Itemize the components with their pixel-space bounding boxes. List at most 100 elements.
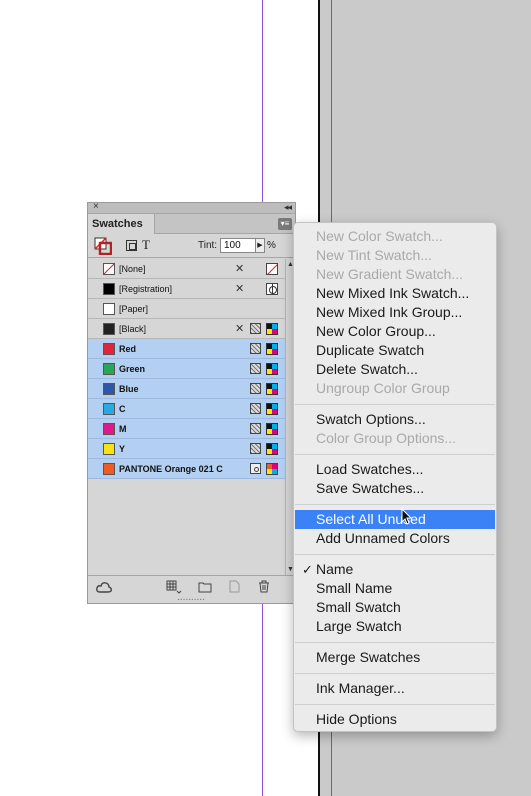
fill-stroke-icon[interactable]: [94, 237, 112, 255]
menu-item-swatch-options[interactable]: Swatch Options...: [295, 410, 495, 429]
swatch-chip: [103, 443, 115, 455]
formatting-affects-text-icon[interactable]: T: [142, 237, 150, 253]
menu-item-hide-options[interactable]: Hide Options: [295, 710, 495, 729]
cmyk-mode-icon: [266, 363, 278, 375]
menu-separator: [295, 504, 495, 505]
new-swatch-icon[interactable]: [228, 580, 240, 593]
swatches-panel-menu: New Color Swatch... New Tint Swatch... N…: [293, 222, 497, 732]
process-color-icon: [250, 363, 261, 374]
registration-icon: [266, 283, 278, 295]
none-color-icon: [266, 263, 278, 275]
process-color-icon: [250, 323, 261, 334]
panel-tab-bar: Swatches ▾≡: [88, 214, 295, 234]
swatch-chip: [103, 403, 115, 415]
swatch-chip: [103, 283, 115, 295]
swatch-chip: [103, 323, 115, 335]
swatch-list: [None] ✕ [Registration] ✕ [Paper] [Black…: [88, 259, 285, 575]
show-swatch-views-icon[interactable]: [166, 580, 182, 594]
swatch-name: M: [119, 424, 127, 434]
menu-item-new-tint-swatch[interactable]: New Tint Swatch...: [295, 246, 495, 265]
menu-item-new-mixed-ink-swatch[interactable]: New Mixed Ink Swatch...: [295, 284, 495, 303]
swatch-name: Green: [119, 364, 146, 374]
menu-item-load-swatches[interactable]: Load Swatches...: [295, 460, 495, 479]
swatch-row-black[interactable]: [Black] ✕: [88, 319, 285, 339]
swatch-chip: [103, 303, 115, 315]
process-color-icon: [250, 383, 261, 394]
mouse-pointer-icon: [401, 508, 413, 525]
tab-swatches-label: Swatches: [92, 218, 143, 230]
swatch-name: [None]: [119, 264, 146, 274]
new-color-group-folder-icon[interactable]: [198, 581, 212, 593]
menu-item-view-large-swatch[interactable]: Large Swatch: [295, 617, 495, 636]
menu-item-new-color-swatch[interactable]: New Color Swatch...: [295, 227, 495, 246]
tint-percent-unit: %: [267, 240, 276, 251]
tint-input[interactable]: 100: [220, 238, 256, 253]
swatch-row-red[interactable]: Red: [88, 339, 285, 359]
menu-item-select-all-unused[interactable]: Select All Unused: [295, 510, 495, 529]
no-edit-icon: ✕: [235, 323, 245, 335]
swatch-row-registration[interactable]: [Registration] ✕: [88, 279, 285, 299]
no-edit-icon: ✕: [235, 263, 245, 275]
swatch-row-m[interactable]: M: [88, 419, 285, 439]
menu-item-save-swatches[interactable]: Save Swatches...: [295, 479, 495, 498]
cmyk-mode-icon: [266, 343, 278, 355]
menu-separator: [295, 404, 495, 405]
swatch-name: PANTONE Orange 021 C: [119, 464, 223, 474]
swatch-chip: [103, 363, 115, 375]
panel-title-bar[interactable]: × ◂◂: [88, 201, 295, 214]
close-icon[interactable]: ×: [93, 201, 99, 213]
menu-item-new-color-group[interactable]: New Color Group...: [295, 322, 495, 341]
menu-item-ink-manager[interactable]: Ink Manager...: [295, 679, 495, 698]
checkmark-icon: ✓: [302, 562, 313, 577]
swatch-chip: [103, 463, 115, 475]
menu-item-merge-swatches[interactable]: Merge Swatches: [295, 648, 495, 667]
swatch-chip: [103, 423, 115, 435]
cmyk-mode-icon: [266, 323, 278, 335]
swatch-row-pantone-orange[interactable]: PANTONE Orange 021 C: [88, 459, 285, 479]
panel-resize-grip[interactable]: ▪▪▪▪▪▪▪▪▪▪: [88, 597, 295, 603]
menu-separator: [295, 673, 495, 674]
menu-item-view-small-swatch[interactable]: Small Swatch: [295, 598, 495, 617]
menu-separator: [295, 704, 495, 705]
cc-libraries-cloud-icon[interactable]: [96, 581, 112, 593]
cmyk-mode-icon: [266, 383, 278, 395]
tint-slider-arrow-icon[interactable]: ▶: [256, 238, 265, 253]
swatch-chip: [103, 383, 115, 395]
trash-icon[interactable]: [258, 580, 270, 593]
menu-item-ungroup-color-group[interactable]: Ungroup Color Group: [295, 379, 495, 398]
tint-label: Tint:: [198, 240, 218, 251]
spot-color-icon: [250, 463, 261, 474]
menu-item-new-mixed-ink-group[interactable]: New Mixed Ink Group...: [295, 303, 495, 322]
swatch-name: [Paper]: [119, 304, 149, 314]
menu-item-view-name[interactable]: ✓ Name: [295, 560, 495, 579]
swatch-row-blue[interactable]: Blue: [88, 379, 285, 399]
menu-item-view-small-name[interactable]: Small Name: [295, 579, 495, 598]
swatch-row-paper[interactable]: [Paper]: [88, 299, 285, 319]
process-color-icon: [250, 343, 261, 354]
swatch-chip: [103, 263, 115, 275]
panel-bottom-bar: [88, 575, 295, 597]
menu-item-color-group-options[interactable]: Color Group Options...: [295, 429, 495, 448]
menu-item-duplicate-swatch[interactable]: Duplicate Swatch: [295, 341, 495, 360]
cmyk-mode-icon: [266, 443, 278, 455]
swatch-name: Red: [119, 344, 137, 354]
pantone-mode-icon: [266, 463, 278, 475]
cmyk-mode-icon: [266, 423, 278, 435]
process-color-icon: [250, 403, 261, 414]
tab-swatches[interactable]: Swatches: [88, 214, 155, 234]
menu-item-add-unnamed-colors[interactable]: Add Unnamed Colors: [295, 529, 495, 548]
menu-item-delete-swatch[interactable]: Delete Swatch...: [295, 360, 495, 379]
swatches-panel: × ◂◂ Swatches ▾≡ T Tint: 100 ▶ % [None] …: [87, 201, 296, 604]
collapse-icon[interactable]: ◂◂: [284, 201, 292, 213]
swatch-name: [Black]: [119, 324, 147, 334]
menu-item-new-gradient-swatch[interactable]: New Gradient Swatch...: [295, 265, 495, 284]
panel-menu-button[interactable]: ▾≡: [278, 218, 292, 230]
formatting-affects-container-icon[interactable]: [126, 240, 137, 251]
swatch-row-green[interactable]: Green: [88, 359, 285, 379]
menu-separator: [295, 554, 495, 555]
swatch-row-c[interactable]: C: [88, 399, 285, 419]
swatch-row-y[interactable]: Y: [88, 439, 285, 459]
swatch-name: [Registration]: [119, 284, 173, 294]
menu-separator: [295, 642, 495, 643]
swatch-row-none[interactable]: [None] ✕: [88, 259, 285, 279]
